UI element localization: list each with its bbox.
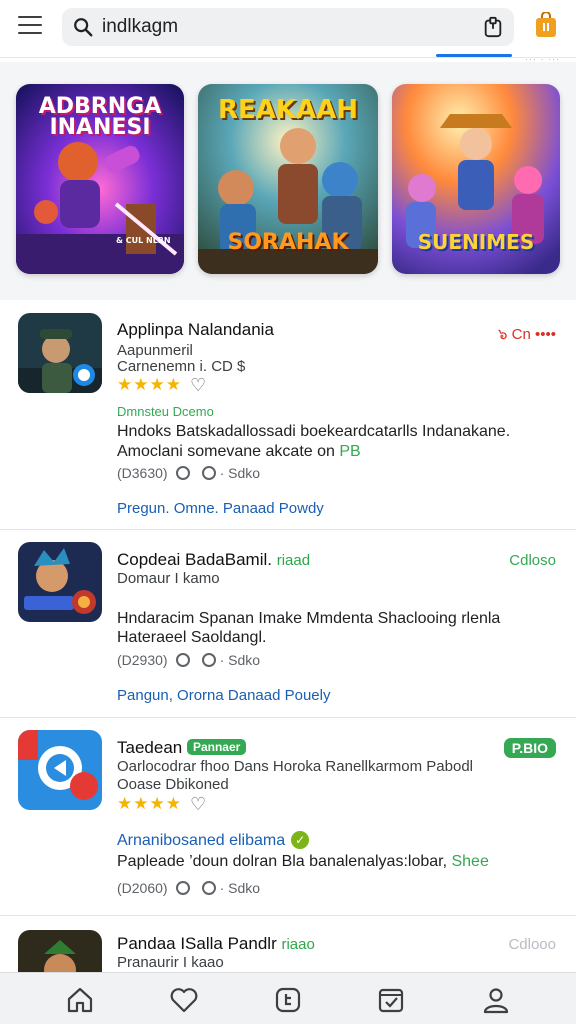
calendar-check-icon[interactable]: [376, 985, 406, 1015]
heart-icon[interactable]: [169, 985, 199, 1015]
app-developer: Pranaurir I kaao: [117, 954, 224, 971]
rating-stars-text: ★★★★: [117, 375, 182, 394]
app-name[interactable]: Copdeai BadaBamil. riaad: [117, 550, 310, 570]
app-name-text: Taedean: [117, 738, 183, 757]
app-icon[interactable]: [18, 542, 102, 622]
featured-subtitle-3: SUENIMES: [417, 230, 535, 254]
app-status[interactable]: Cdloso: [509, 552, 556, 569]
app-meta-tail: · Sdko: [219, 465, 261, 481]
verified-check-icon: ✓: [291, 831, 310, 849]
list-item[interactable]: Taedean Pannaer P.BIO Oarlocodrar fhoo D…: [0, 718, 576, 916]
app-description-text: Amoclani somevane akcate on: [117, 443, 335, 460]
search-icon[interactable]: [72, 16, 94, 38]
clipboard-icon[interactable]: [482, 16, 504, 38]
comment-icon: [175, 466, 190, 480]
heart-icon[interactable]: ♡: [190, 375, 207, 396]
featured-title-2: REAKAAH: [217, 95, 359, 125]
rating-stars: ★★★★ ♡: [117, 375, 207, 396]
app-meta: (D2060) · Sdko: [117, 880, 260, 896]
app-description-line-1: Hndoks Batskadallossadi boekeardcatarlls…: [117, 423, 511, 440]
rating-stars-text: ★★★★: [117, 794, 182, 813]
app-meta-tail: · Sdko: [219, 652, 261, 668]
app-meta-count: (D2060): [117, 880, 168, 896]
app-description-text: Papleade ’doun dolran Bla banalenalyas:l…: [117, 853, 448, 870]
rating-stars: ★★★★ ♡: [117, 794, 207, 815]
app-name[interactable]: Taedean Pannaer: [117, 738, 247, 758]
comment-icon: [175, 653, 190, 667]
app-meta-count: (D2930): [117, 652, 168, 668]
app-description-line-1: Papleade ’doun dolran Bla banalenalyas:l…: [117, 851, 489, 872]
profile-icon[interactable]: [481, 985, 511, 1015]
menu-icon[interactable]: [18, 16, 42, 36]
app-name[interactable]: Pandaa ISalla Pandlr riaao: [117, 934, 315, 954]
clock-icon: [201, 653, 216, 667]
app-description-line-2: Hateraeel Saoldangl.: [117, 629, 267, 646]
list-item[interactable]: Pandaa ISalla Pandlr riaao Cdlooo Pranau…: [0, 916, 576, 1010]
app-meta: (D3630) · Sdko: [117, 465, 260, 481]
clock-icon: [201, 466, 216, 480]
app-status: P.BIO: [503, 738, 556, 758]
app-developer: Oarlocodrar fhoo Dans Horoka Ranellkarmo…: [117, 758, 474, 775]
apps-icon[interactable]: [273, 985, 303, 1015]
app-icon[interactable]: [18, 313, 102, 393]
app-description-line-1: Hndaracim Spanan Imake Mmdenta Shaclooin…: [117, 610, 501, 627]
app-meta: (D2930) · Sdko: [117, 652, 260, 668]
featured-card-3[interactable]: SUENIMES: [392, 84, 560, 274]
clock-icon: [201, 881, 216, 895]
app-sublink[interactable]: Arnanibosaned elibama ✓: [117, 831, 310, 850]
search-input[interactable]: [102, 14, 462, 40]
app-links[interactable]: Pregun. Omne. Panaad Powdy: [117, 500, 324, 517]
app-name-tag: riaao: [281, 936, 315, 953]
active-tab-indicator: [436, 54, 512, 57]
app-links[interactable]: Pangun, Ororna Danaad Pouely: [117, 687, 330, 704]
app-badge: Pannaer: [186, 739, 247, 755]
app-category: Ooase Dbikoned: [117, 776, 229, 793]
app-category: Carnenemn i. CD $: [117, 358, 246, 375]
app-meta-count: (D3630): [117, 465, 168, 481]
bottom-navigation: [0, 972, 576, 1024]
search-bar[interactable]: [62, 8, 514, 46]
app-meta-tail: · Sdko: [219, 880, 261, 896]
home-icon[interactable]: [65, 985, 95, 1015]
featured-card-1[interactable]: ADBRNGA INANESI & CUL NLBN: [16, 84, 184, 274]
featured-card-2[interactable]: REAKAAH SORAHAK: [198, 84, 378, 274]
top-app-bar: ··· · ···: [0, 0, 576, 64]
app-description-tag: Shee: [451, 853, 489, 870]
app-status[interactable]: Cdlooo: [508, 936, 556, 953]
list-item[interactable]: Applinpa Nalandania ๖ Cn •••• Aapunmeril…: [0, 300, 576, 530]
app-status[interactable]: ๖ Cn ••••: [498, 322, 556, 346]
app-name-tag: riaad: [276, 552, 311, 569]
featured-subtitle-2: SORAHAK: [227, 230, 349, 255]
shopping-bag-icon[interactable]: [534, 12, 558, 38]
app-developer: Domaur I kamo: [117, 570, 220, 587]
featured-subtitle-1: & CUL NLBN: [116, 236, 171, 245]
comment-icon: [175, 881, 190, 895]
featured-carousel: ADBRNGA INANESI & CUL NLBN REAKAAH SORAH…: [0, 62, 576, 300]
app-developer: Aapunmeril: [117, 342, 193, 359]
app-status-badge[interactable]: P.BIO: [503, 738, 556, 759]
app-name-text: Copdeai BadaBamil.: [117, 550, 272, 569]
app-name[interactable]: Applinpa Nalandania: [117, 320, 274, 340]
featured-title-1: ADBRNGA INANESI: [38, 94, 162, 140]
app-description-line-2: Amoclani somevane akcate on PB: [117, 441, 361, 462]
app-icon[interactable]: [18, 730, 102, 810]
heart-icon[interactable]: ♡: [190, 794, 207, 815]
app-note: Dmnsteu Dcemo: [117, 404, 214, 419]
app-sublink-text: Arnanibosaned elibama: [117, 832, 286, 849]
list-item[interactable]: Copdeai BadaBamil. riaad Cdloso Domaur I…: [0, 530, 576, 718]
app-name-text: Pandaa ISalla Pandlr: [117, 934, 277, 953]
app-description-tag: PB: [339, 443, 361, 460]
